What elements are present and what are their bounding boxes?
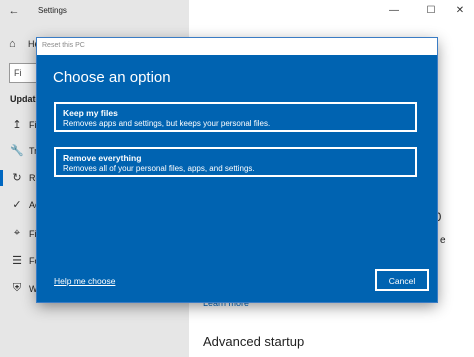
option-title: Keep my files bbox=[63, 108, 118, 118]
cancel-button-label: Cancel bbox=[388, 276, 416, 286]
close-icon[interactable]: ✕ bbox=[452, 3, 468, 19]
developer-icon: ☰ bbox=[12, 255, 22, 267]
person-locate-icon: ⌖ bbox=[13, 227, 21, 239]
option-description: Removes apps and settings, but keeps you… bbox=[63, 119, 271, 128]
dialog-titlebar: Reset this PC bbox=[37, 38, 437, 55]
maximize-icon[interactable]: ☐ bbox=[423, 3, 439, 19]
wrench-icon: 🔧 bbox=[10, 145, 24, 157]
minimize-icon[interactable]: — bbox=[386, 3, 402, 19]
recovery-icon: ↻ bbox=[12, 172, 22, 184]
cancel-button[interactable]: Cancel bbox=[375, 269, 429, 291]
dialog-title: Reset this PC bbox=[42, 42, 85, 49]
checkmark-circle-icon: ✓ bbox=[12, 199, 22, 211]
settings-titlebar: ← Settings — ☐ ✕ bbox=[0, 0, 474, 22]
remove-everything-button[interactable]: Remove everything Removes all of your pe… bbox=[54, 147, 417, 177]
keep-my-files-button[interactable]: Keep my files Removes apps and settings,… bbox=[54, 102, 417, 132]
upload-icon: ↥ bbox=[12, 119, 22, 131]
option-description: Removes all of your personal files, apps… bbox=[63, 164, 255, 173]
search-placeholder: Fi bbox=[14, 68, 22, 78]
back-arrow-icon[interactable]: ← bbox=[7, 4, 21, 18]
advanced-startup-heading: Advanced startup bbox=[203, 334, 305, 349]
main-text-fragment: e bbox=[440, 235, 446, 246]
window-title: Settings bbox=[38, 6, 67, 15]
dialog-heading: Choose an option bbox=[53, 69, 171, 86]
help-me-choose-link[interactable]: Help me choose bbox=[54, 276, 115, 286]
option-title: Remove everything bbox=[63, 153, 142, 163]
reset-pc-dialog: Reset this PC Choose an option Keep my f… bbox=[37, 38, 437, 302]
insider-icon: ⛨ bbox=[12, 282, 22, 294]
home-icon[interactable]: ⌂ bbox=[9, 38, 16, 50]
sidebar-section-title: Update bbox=[10, 94, 41, 104]
